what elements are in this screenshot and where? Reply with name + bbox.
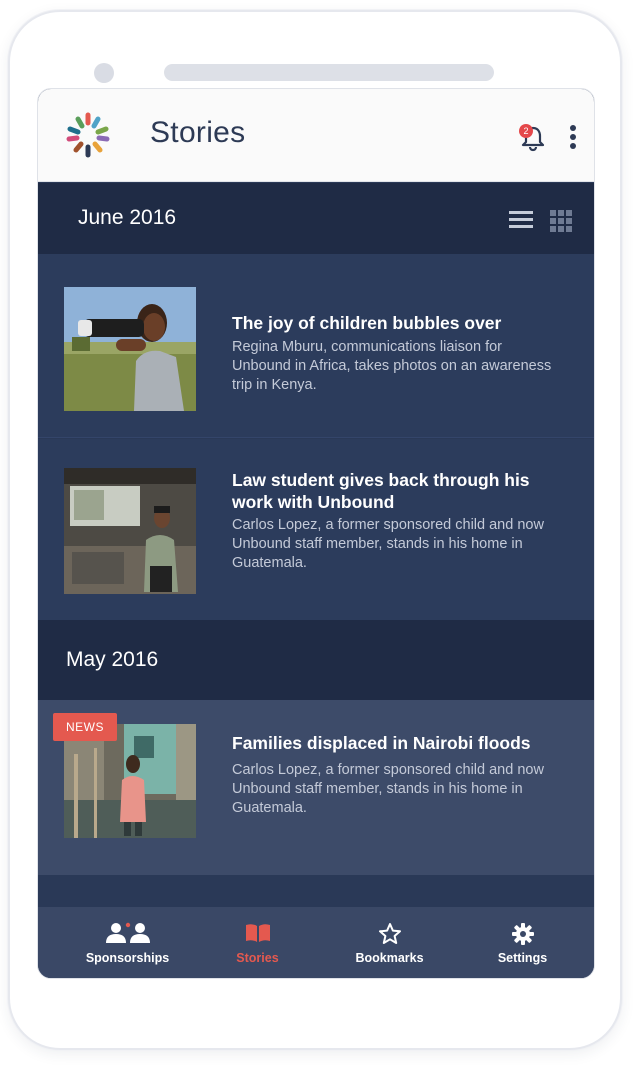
section-month-label: May 2016 (66, 648, 159, 671)
story-photo-student (64, 468, 196, 594)
story-card[interactable]: The joy of children bubbles over Regina … (38, 254, 594, 438)
story-photo-flood (64, 724, 196, 838)
book-icon (245, 924, 270, 942)
tab-label: Settings (497, 951, 548, 965)
story-description: Regina Mburu, communications liaison for… (232, 339, 552, 393)
tab-settings[interactable]: Settings (453, 907, 592, 978)
story-description: Carlos Lopez, a former sponsored child a… (232, 762, 544, 816)
tab-label: Bookmarks (355, 951, 424, 965)
section-header-may: May 2016 (38, 620, 594, 700)
section-header-june: June 2016 (38, 183, 594, 254)
story-description: Carlos Lopez, a former sponsored child a… (232, 517, 544, 571)
list-bottom-strip (38, 875, 594, 907)
story-photo-photographer (64, 287, 196, 411)
gear-icon (511, 923, 534, 945)
camera-dot (94, 63, 114, 83)
story-title: Families displaced in Nairobi floods (232, 733, 531, 753)
story-title: Law student gives back through his work … (232, 470, 530, 512)
story-title: The joy of children bubbles over (232, 313, 502, 333)
bottom-tab-bar: Sponsorships Stories Bookmarks Settings (38, 907, 594, 978)
speaker-slot (164, 64, 494, 81)
tab-bookmarks[interactable]: Bookmarks (320, 907, 459, 978)
app-bar: Stories 2 (38, 89, 594, 182)
tab-label: Stories (236, 951, 279, 965)
tab-stories[interactable]: Stories (188, 907, 327, 978)
app-logo-icon (66, 112, 110, 158)
news-badge: NEWS (53, 713, 117, 741)
story-card[interactable]: NEWS Families displaced in Nairobi flood… (38, 700, 594, 875)
people-icon (105, 922, 150, 943)
grid-view-icon[interactable] (550, 210, 572, 232)
notification-badge: 2 (519, 124, 533, 138)
app-screen: Stories 2 June 2016 The joy of children … (37, 88, 595, 979)
page-title: Stories (150, 116, 246, 149)
star-icon (378, 923, 401, 944)
more-options-icon[interactable] (564, 123, 582, 153)
list-view-icon[interactable] (509, 211, 533, 229)
tab-label: Sponsorships (85, 951, 170, 965)
story-card[interactable]: Law student gives back through his work … (38, 439, 594, 620)
section-month-label: June 2016 (78, 206, 177, 229)
tab-sponsorships[interactable]: Sponsorships (58, 907, 197, 978)
